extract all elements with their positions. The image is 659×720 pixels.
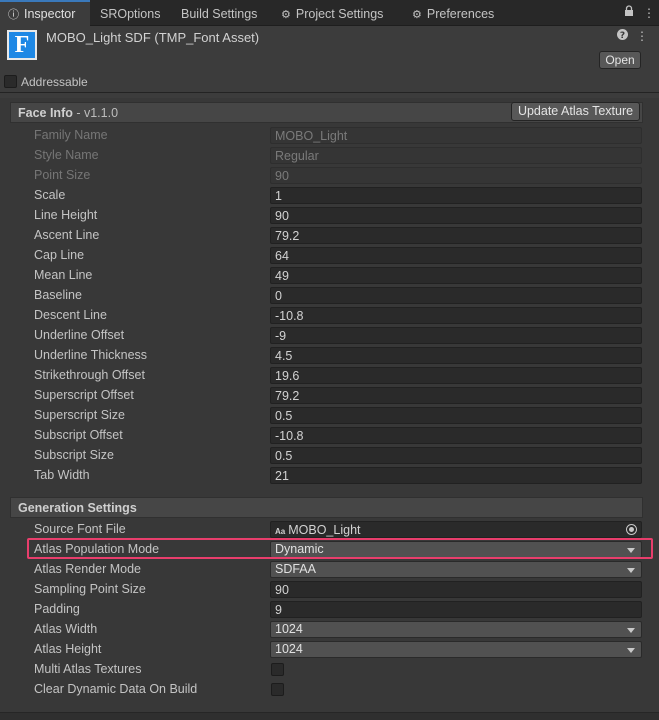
tab-inspector[interactable]: ⓘ Inspector	[0, 0, 90, 26]
baseline-label: Baseline	[34, 288, 82, 302]
strikethrough-offset-field[interactable]: 19.6	[270, 367, 642, 384]
more-options-icon[interactable]: ⋮	[643, 0, 655, 26]
gear-icon: ⚙	[412, 9, 422, 21]
tab-project-settings[interactable]: ⚙ Project Settings	[281, 0, 383, 26]
descent-line-label: Descent Line	[34, 308, 107, 322]
underline-offset-label: Underline Offset	[34, 328, 125, 342]
tab-label: Inspector	[24, 7, 76, 21]
mean-line-field[interactable]: 49	[270, 267, 642, 284]
section-title-text: Face Info	[18, 106, 73, 120]
point-size-field: 90	[270, 167, 642, 184]
subscript-offset-field[interactable]: -10.8	[270, 427, 642, 444]
info-icon: ⓘ	[8, 9, 19, 21]
clear-dynamic-data-checkbox[interactable]	[271, 683, 284, 696]
svg-text:?: ?	[620, 31, 625, 40]
divider	[0, 92, 659, 93]
superscript-size-field[interactable]: 0.5	[270, 407, 642, 424]
lock-icon[interactable]	[624, 0, 634, 26]
highlight-box	[27, 538, 653, 559]
padding-label: Padding	[34, 602, 80, 616]
face-info-version: - v1.1.0	[72, 106, 119, 120]
scale-field[interactable]: 1	[270, 187, 642, 204]
style-name-field: Regular	[270, 147, 642, 164]
style-name-label: Style Name	[34, 148, 99, 162]
atlas-render-mode-dropdown[interactable]: SDFAA	[270, 561, 642, 578]
subscript-size-field[interactable]: 0.5	[270, 447, 642, 464]
addressable-checkbox[interactable]	[4, 75, 17, 88]
atlas-height-dropdown[interactable]: 1024	[270, 641, 642, 658]
tab-label: Preferences	[426, 7, 495, 21]
ascent-line-label: Ascent Line	[34, 228, 100, 242]
tab-label: Project Settings	[295, 7, 384, 21]
gear-icon: ⚙	[281, 9, 291, 21]
line-height-field[interactable]: 90	[270, 207, 642, 224]
family-name-field: MOBO_Light	[270, 127, 642, 144]
clear-dynamic-data-label: Clear Dynamic Data On Build	[34, 682, 198, 696]
mean-line-label: Mean Line	[34, 268, 93, 282]
generation-settings-title: Generation Settings	[18, 501, 137, 515]
underline-offset-field[interactable]: -9	[270, 327, 642, 344]
atlas-width-label: Atlas Width	[34, 622, 98, 636]
update-atlas-texture-button[interactable]: Update Atlas Texture	[511, 102, 640, 121]
atlas-render-mode-label: Atlas Render Mode	[34, 562, 142, 576]
help-icon[interactable]: ?	[617, 29, 628, 43]
addressable-label: Addressable	[21, 75, 88, 89]
multi-atlas-textures-label: Multi Atlas Textures	[34, 662, 142, 676]
sampling-point-size-label: Sampling Point Size	[34, 582, 146, 596]
source-font-label: Source Font File	[34, 522, 126, 536]
multi-atlas-textures-checkbox[interactable]	[271, 663, 284, 676]
face-info-title: Face Info - v1.1.0	[18, 106, 118, 120]
chevron-down-icon	[627, 628, 635, 633]
tab-width-field[interactable]: 21	[270, 467, 642, 484]
ascent-line-field[interactable]: 79.2	[270, 227, 642, 244]
font-file-icon: Aa	[275, 527, 286, 536]
source-font-value: MOBO_Light	[288, 523, 361, 537]
object-picker-icon[interactable]	[626, 524, 637, 535]
dropdown-value: SDFAA	[275, 562, 316, 576]
tab-label: Build Settings	[181, 7, 258, 21]
atlas-height-label: Atlas Height	[34, 642, 102, 656]
scale-label: Scale	[34, 188, 66, 202]
superscript-offset-label: Superscript Offset	[34, 388, 134, 402]
subscript-size-label: Subscript Size	[34, 448, 114, 462]
source-font-field[interactable]: Aa MOBO_Light	[270, 521, 642, 538]
point-size-label: Point Size	[34, 168, 91, 182]
tab-build-settings[interactable]: Build Settings	[181, 0, 257, 26]
chevron-down-icon	[627, 568, 635, 573]
context-menu-icon[interactable]: ⋮	[636, 29, 648, 43]
cap-line-field[interactable]: 64	[270, 247, 642, 264]
superscript-size-label: Superscript Size	[34, 408, 126, 422]
descent-line-field[interactable]: -10.8	[270, 307, 642, 324]
line-height-label: Line Height	[34, 208, 98, 222]
tab-width-label: Tab Width	[34, 468, 90, 482]
underline-thickness-label: Underline Thickness	[34, 348, 148, 362]
strikethrough-offset-label: Strikethrough Offset	[34, 368, 145, 382]
subscript-offset-label: Subscript Offset	[34, 428, 123, 442]
baseline-field[interactable]: 0	[270, 287, 642, 304]
family-name-label: Family Name	[34, 128, 108, 142]
sampling-point-size-field[interactable]: 90	[270, 581, 642, 598]
superscript-offset-field[interactable]: 79.2	[270, 387, 642, 404]
tab-bar: ⓘ Inspector SROptions Build Settings ⚙ Pro…	[0, 0, 659, 26]
tab-sroptions[interactable]: SROptions	[100, 0, 160, 26]
tab-preferences[interactable]: ⚙ Preferences	[412, 0, 494, 26]
dropdown-value: 1024	[275, 622, 303, 636]
asset-title: MOBO_Light SDF (TMP_Font Asset)	[46, 30, 260, 45]
atlas-width-dropdown[interactable]: 1024	[270, 621, 642, 638]
padding-field[interactable]: 9	[270, 601, 642, 618]
tab-label: SROptions	[100, 7, 161, 21]
underline-thickness-field[interactable]: 4.5	[270, 347, 642, 364]
dropdown-value: 1024	[275, 642, 303, 656]
font-asset-icon: F	[7, 30, 37, 60]
open-button[interactable]: Open	[599, 51, 641, 69]
chevron-down-icon	[627, 648, 635, 653]
cap-line-label: Cap Line	[34, 248, 85, 262]
